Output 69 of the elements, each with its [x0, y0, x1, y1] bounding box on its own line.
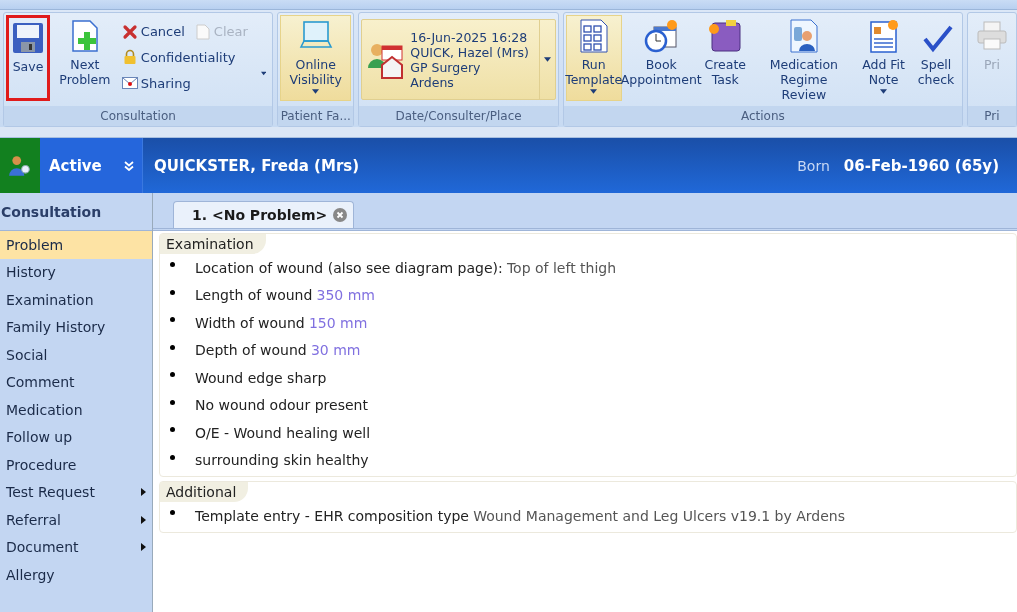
sidebar-item[interactable]: Test Request — [0, 478, 152, 506]
sidebar-item[interactable]: Document — [0, 533, 152, 561]
entry-text: Depth of wound 30 mm — [195, 342, 361, 359]
entry-text: No wound odour present — [195, 397, 368, 414]
bullet-icon — [170, 262, 175, 268]
bullet-icon — [170, 427, 175, 433]
place-text: QUICK, Hazel (Mrs) — [410, 44, 529, 60]
sidebar-item[interactable]: Procedure — [0, 451, 152, 479]
ribbon-button[interactable]: Cancel — [119, 22, 187, 41]
place-text: Ardens — [410, 74, 454, 90]
document-icon — [194, 23, 211, 40]
bullet-icon — [170, 317, 175, 323]
close-icon[interactable] — [333, 208, 348, 222]
ribbon-button[interactable]: Next Problem — [53, 15, 117, 101]
group-label: Date/Consulter/Place — [359, 106, 558, 126]
entry-text: surrounding skin healthy — [195, 452, 369, 469]
task-card-icon — [708, 19, 743, 53]
ribbon-button[interactable]: Add Fit Note — [858, 15, 910, 101]
entry-text: Width of wound 150 mm — [195, 314, 368, 331]
bullet-icon — [170, 399, 175, 405]
patient-name: QUICKSTER, Freda (Mrs) — [154, 156, 361, 175]
ribbon-button[interactable]: Online Visibility — [280, 15, 352, 101]
group-label: Pri — [968, 106, 1016, 126]
dropdown-arrow-icon[interactable] — [260, 71, 267, 76]
group-label: Consultation — [4, 106, 273, 126]
ribbon-button[interactable]: Medication Regime Review — [752, 15, 856, 101]
dropdown-arrow-icon[interactable] — [543, 57, 551, 62]
envelope-icon — [121, 75, 138, 92]
sidebar-item[interactable]: Medication — [0, 396, 152, 424]
born-label: Born — [797, 157, 830, 174]
ribbon-button[interactable]: Confidentiality — [119, 48, 250, 67]
sidebar-item[interactable]: Follow up — [0, 423, 152, 451]
ribbon-button[interactable]: Save — [6, 15, 50, 101]
bullet-icon — [170, 454, 175, 460]
sidebar-item[interactable]: Allergy — [0, 561, 152, 589]
entry-text: Template entry - EHR composition type Wound Management and Leg Ulcers v19.1 by Ardens — [195, 507, 845, 524]
person-search-icon — [8, 153, 32, 178]
entry-text: Location of wound (also see diagram page): Top of left thigh — [195, 259, 617, 276]
sidebar-item[interactable]: Referral — [0, 506, 152, 534]
entry-text: Length of wound 350 mm — [195, 287, 375, 304]
date-of-birth: 06-Feb-1960 (65y) — [843, 156, 999, 175]
cross-icon — [121, 23, 138, 40]
clock-calendar-icon — [644, 19, 679, 53]
printer-icon — [975, 19, 1009, 53]
group-label: Actions — [563, 106, 962, 126]
entry-text: O/E - Wound healing well — [195, 424, 371, 441]
group-label: Patient Fa... — [278, 106, 354, 126]
bullet-icon — [170, 372, 175, 378]
ribbon-button[interactable]: Run Template — [565, 15, 622, 101]
date-consulter-place-selector[interactable]: 16-Jun-2025 16:28 QUICK, Hazel (Mrs) GP Surgery Ardens — [361, 19, 556, 100]
bullet-icon — [170, 510, 175, 516]
sidebar-item[interactable]: Comment — [0, 368, 152, 396]
ribbon-button[interactable]: Spell check — [912, 15, 960, 101]
problem-tab[interactable]: 1. <No Problem> — [173, 201, 355, 228]
sidebar-item[interactable]: Examination — [0, 286, 152, 314]
double-chevron-icon[interactable] — [124, 160, 134, 171]
bullet-icon — [170, 344, 175, 350]
section-heading: Additional — [160, 482, 249, 502]
entry-text: Wound edge sharp — [195, 369, 327, 386]
place-text: 16-Jun-2025 16:28 — [410, 29, 529, 45]
sidebar-item[interactable]: History — [0, 258, 152, 286]
sidebar-item[interactable]: Family History — [0, 313, 152, 341]
ribbon-button[interactable]: Sharing — [119, 74, 250, 93]
place-text: GP Surgery — [410, 59, 482, 75]
section-heading: Examination — [160, 234, 266, 254]
bullet-icon — [170, 289, 175, 295]
patient-status: Active — [49, 156, 102, 175]
sidebar-item[interactable]: Social — [0, 341, 152, 369]
sidebar-item[interactable]: Problem — [0, 231, 152, 259]
